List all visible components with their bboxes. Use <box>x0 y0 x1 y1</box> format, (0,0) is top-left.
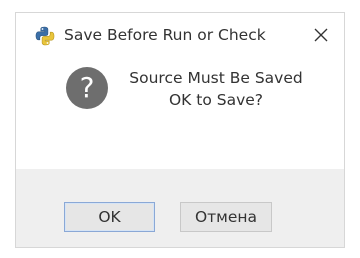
message-line-1: Source Must Be Saved <box>129 69 303 87</box>
ok-button[interactable]: OK <box>64 202 155 232</box>
dialog-title: Save Before Run or Check <box>64 26 266 44</box>
python-icon <box>34 25 56 47</box>
dialog-message: Source Must Be Saved OK to Save? <box>116 67 316 111</box>
cancel-button[interactable]: Отмена <box>180 202 272 232</box>
message-line-2: OK to Save? <box>168 91 264 109</box>
title-bar: Save Before Run or Check <box>16 13 344 55</box>
question-icon: ? <box>66 67 108 109</box>
close-icon[interactable] <box>308 22 334 48</box>
